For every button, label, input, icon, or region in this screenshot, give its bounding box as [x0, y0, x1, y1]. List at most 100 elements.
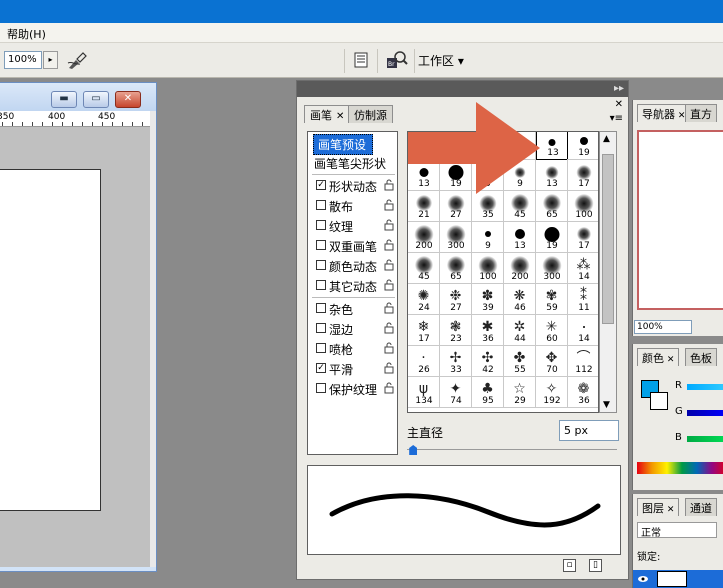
brush-option[interactable]: 散布: [308, 196, 397, 215]
panel-close-icon[interactable]: ✕: [615, 99, 623, 110]
green-slider[interactable]: [687, 410, 723, 416]
brush-preset[interactable]: ✲ 44: [504, 314, 536, 346]
collapse-icon[interactable]: ▸▸: [614, 83, 624, 94]
trash-icon[interactable]: ▯: [589, 559, 602, 572]
zoom-arrow-button[interactable]: ▸: [43, 51, 58, 69]
brush-option[interactable]: 杂色: [308, 299, 397, 318]
zoom-input[interactable]: 100%: [4, 51, 42, 69]
new-brush-icon[interactable]: ▫: [563, 559, 576, 572]
tab-close-icon[interactable]: ✕: [336, 111, 344, 122]
brush-preset[interactable]: ψ 134: [408, 376, 440, 408]
brush-preset[interactable]: 100: [472, 252, 504, 284]
brush-preset[interactable]: ❋ 46: [504, 283, 536, 315]
tab-brushes[interactable]: 画笔 ✕: [304, 105, 351, 123]
brush-option[interactable]: 保护纹理: [308, 379, 397, 398]
tab-color[interactable]: 颜色 ✕: [637, 348, 680, 366]
brush-preset[interactable]: ✣ 42: [472, 345, 504, 377]
slider-thumb[interactable]: [409, 445, 418, 455]
tab-channels[interactable]: 通道: [685, 498, 717, 516]
brush-option[interactable]: 画笔预设: [308, 133, 397, 155]
tab-close-icon[interactable]: ✕: [675, 111, 686, 121]
brush-preset[interactable]: ❃ 23: [440, 314, 472, 346]
option-checkbox[interactable]: [316, 280, 326, 290]
brush-preset[interactable]: ⁑ 11: [568, 283, 598, 315]
brush-option[interactable]: 湿边: [308, 319, 397, 338]
brush-preset[interactable]: ✢ 33: [440, 345, 472, 377]
brush-preset[interactable]: ✽ 39: [472, 283, 504, 315]
brush-preset[interactable]: 9: [472, 221, 504, 253]
tab-clone-source[interactable]: 仿制源: [348, 105, 393, 123]
lock-icon[interactable]: [384, 219, 394, 231]
brush-preset[interactable]: ❄ 17: [408, 314, 440, 346]
close-button[interactable]: ✕: [115, 91, 141, 108]
option-checkbox[interactable]: [316, 220, 326, 230]
brush-preset[interactable]: ✺ 24: [408, 283, 440, 315]
option-checkbox[interactable]: [316, 260, 326, 270]
brush-option[interactable]: 其它动态: [308, 276, 397, 295]
brush-preset[interactable]: 200: [504, 252, 536, 284]
lock-icon[interactable]: [384, 259, 394, 271]
blue-slider[interactable]: [687, 436, 723, 442]
scroll-down-icon[interactable]: ▼: [603, 400, 610, 410]
bridge-icon[interactable]: Br: [386, 50, 408, 70]
minimize-button[interactable]: ▬: [51, 91, 77, 108]
brush-preset[interactable]: ✳ 60: [536, 314, 568, 346]
brush-preset[interactable]: · 26: [408, 345, 440, 377]
brush-preset[interactable]: ☆ 29: [504, 376, 536, 408]
layer-row[interactable]: [633, 570, 723, 588]
option-checkbox[interactable]: ✓: [316, 363, 326, 373]
navigator-zoom[interactable]: 100%: [634, 320, 692, 334]
brush-option[interactable]: 画笔笔尖形状: [308, 153, 397, 172]
brush-preset[interactable]: 19: [568, 132, 598, 160]
eye-icon[interactable]: [637, 573, 649, 585]
lock-icon[interactable]: [384, 179, 394, 191]
maximize-button[interactable]: ▭: [83, 91, 109, 108]
option-checkbox[interactable]: [316, 240, 326, 250]
lock-icon[interactable]: [384, 382, 394, 394]
color-spectrum[interactable]: [637, 462, 723, 474]
brush-option[interactable]: ✓ 平滑: [308, 359, 397, 378]
brush-preset[interactable]: ✥ 70: [536, 345, 568, 377]
option-checkbox[interactable]: [316, 303, 326, 313]
brush-preset[interactable]: ⌒ 112: [568, 345, 598, 377]
tab-histogram[interactable]: 直方: [685, 104, 717, 122]
lock-icon[interactable]: [384, 199, 394, 211]
brush-option[interactable]: 双重画笔: [308, 236, 397, 255]
menu-help[interactable]: 帮助(H): [7, 26, 46, 42]
tab-navigator[interactable]: 导航器 ✕: [637, 104, 691, 122]
scroll-up-icon[interactable]: ▲: [603, 134, 610, 144]
brush-preset[interactable]: ✧ 192: [536, 376, 568, 408]
brush-grid-scrollbar[interactable]: ▲ ▼: [599, 131, 617, 413]
brush-preset[interactable]: 100: [568, 190, 598, 222]
tab-close-icon[interactable]: ✕: [664, 355, 675, 365]
brush-preset[interactable]: 65: [440, 252, 472, 284]
lock-icon[interactable]: [384, 279, 394, 291]
master-diameter-input[interactable]: 5 px: [559, 420, 619, 441]
tab-layers[interactable]: 图层 ✕: [637, 498, 680, 516]
lock-icon[interactable]: [384, 239, 394, 251]
brush-preset[interactable]: 17: [568, 159, 598, 191]
brush-preset[interactable]: ✦ 74: [440, 376, 472, 408]
lock-icon[interactable]: [384, 342, 394, 354]
red-slider[interactable]: [687, 384, 723, 390]
brush-preset[interactable]: ♣ 95: [472, 376, 504, 408]
option-checkbox[interactable]: [316, 200, 326, 210]
brush-preset[interactable]: 19: [536, 221, 568, 253]
blend-mode-select[interactable]: 正常: [637, 522, 717, 539]
brush-option[interactable]: 颜色动态: [308, 256, 397, 275]
option-checkbox[interactable]: [316, 323, 326, 333]
workspace-menu[interactable]: 工作区 ▾: [418, 52, 464, 69]
canvas[interactable]: [0, 169, 101, 511]
option-checkbox[interactable]: [316, 383, 326, 393]
document-scrollbar[interactable]: [150, 111, 156, 567]
master-diameter-slider[interactable]: [407, 449, 617, 450]
brush-preset[interactable]: ❉ 27: [440, 283, 472, 315]
lock-icon[interactable]: [384, 362, 394, 374]
option-checkbox[interactable]: ✓: [316, 180, 326, 190]
brush-preset[interactable]: ⁂ 14: [568, 252, 598, 284]
brush-preset[interactable]: 45: [408, 252, 440, 284]
brush-preset[interactable]: 13: [504, 221, 536, 253]
scroll-thumb[interactable]: [602, 154, 614, 324]
brush-option[interactable]: 纹理: [308, 216, 397, 235]
brush-option[interactable]: 喷枪: [308, 339, 397, 358]
